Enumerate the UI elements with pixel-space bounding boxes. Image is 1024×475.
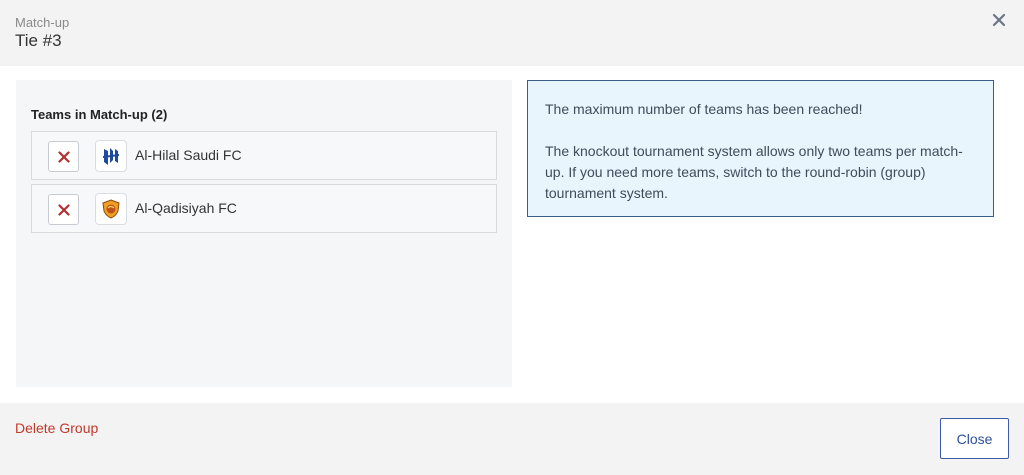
modal-footer: Delete Group Close [0, 403, 1024, 475]
info-message-body: The knockout tournament system allows on… [545, 143, 963, 201]
info-message-title: The maximum number of teams has been rea… [545, 101, 863, 117]
close-icon [57, 150, 70, 163]
close-icon [57, 203, 70, 216]
delete-group-link[interactable]: Delete Group [15, 420, 98, 436]
al-hilal-logo-icon [95, 140, 127, 172]
team-row: Al-Qadisiyah FC [31, 184, 497, 233]
teams-heading: Teams in Match-up (2) [31, 107, 168, 122]
team-name: Al-Qadisiyah FC [135, 200, 237, 216]
team-row: Al-Hilal Saudi FC [31, 131, 497, 180]
close-button[interactable]: Close [940, 418, 1009, 459]
remove-team-button[interactable] [48, 141, 79, 172]
close-icon[interactable] [988, 9, 1010, 31]
al-qadisiyah-logo-icon [95, 193, 127, 225]
teams-panel: Teams in Match-up (2) Al-Hilal Saudi FC [16, 80, 512, 387]
modal-subtitle: Match-up [15, 15, 70, 30]
info-alert: The maximum number of teams has been rea… [527, 80, 994, 217]
team-name: Al-Hilal Saudi FC [135, 147, 242, 163]
remove-team-button[interactable] [48, 194, 79, 225]
modal-body: Teams in Match-up (2) Al-Hilal Saudi FC [0, 66, 1024, 403]
modal-title: Tie #3 [15, 31, 62, 50]
modal-header: Match-up Tie #3 [0, 0, 1024, 66]
